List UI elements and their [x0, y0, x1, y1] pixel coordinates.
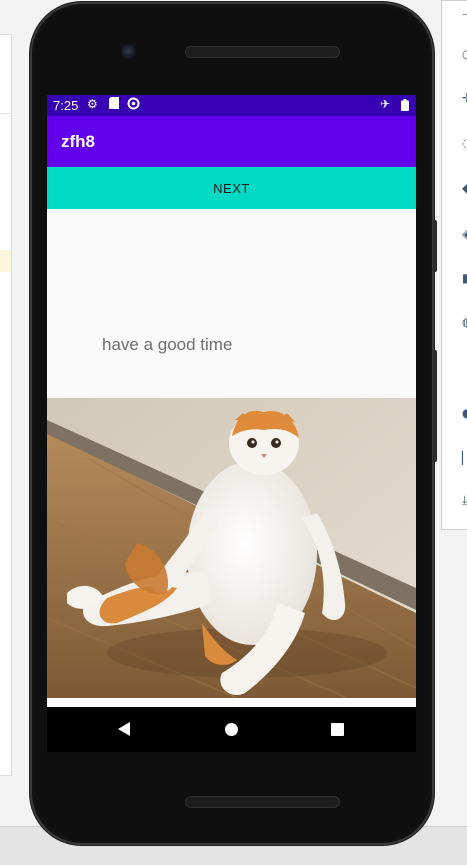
minimize-icon[interactable]: –	[462, 7, 467, 21]
app-title: zfh8	[61, 132, 95, 151]
tool-icon-10[interactable]: ⤓	[462, 493, 467, 507]
airplane-mode-icon: ✈	[380, 97, 391, 111]
tool-icon-9[interactable]: ▏	[462, 451, 467, 465]
tool-icon-3[interactable]: ◌	[462, 136, 467, 150]
tool-panel-right: – ◔ ✛ ◌ ◆ ◈ ■ ◍ ◖ ▏ ⤓	[441, 0, 467, 530]
status-time: 7:25	[53, 98, 79, 113]
front-camera-icon	[121, 44, 137, 60]
app-bar: zfh8	[47, 116, 416, 167]
home-icon[interactable]	[225, 723, 238, 736]
settings-icon: ⚙	[87, 97, 98, 111]
power-button[interactable]	[433, 350, 437, 462]
recent-apps-icon[interactable]	[331, 723, 344, 736]
back-icon[interactable]	[118, 722, 130, 736]
navigation-bar	[47, 707, 416, 752]
volume-button[interactable]	[433, 220, 437, 272]
tool-icon-4[interactable]: ◆	[462, 181, 467, 195]
panel-divider	[0, 113, 11, 114]
sd-card-icon	[109, 97, 119, 112]
tool-icon-1[interactable]: ◔	[462, 47, 467, 61]
highlighted-line	[0, 250, 11, 272]
top-speaker-grille	[185, 46, 340, 58]
tool-icon-2[interactable]: ✛	[462, 91, 467, 105]
tool-icon-5[interactable]: ◈	[462, 227, 467, 241]
battery-icon	[401, 99, 409, 114]
tool-icon-7[interactable]: ◍	[462, 315, 467, 329]
message-text: have a good time	[102, 335, 233, 354]
next-button[interactable]: NEXT	[47, 167, 416, 209]
editor-panel-left	[0, 34, 12, 776]
bottom-speaker-grille	[185, 796, 340, 808]
device-screen: 7:25 ⚙ ✈ zfh8 NEXT have a good time	[47, 95, 416, 707]
tool-icon-6[interactable]: ■	[462, 271, 467, 285]
sync-icon	[127, 97, 140, 113]
status-bar: 7:25 ⚙ ✈	[47, 95, 416, 116]
cat-photo	[47, 398, 416, 698]
tool-icon-8[interactable]: ◖	[462, 406, 467, 420]
